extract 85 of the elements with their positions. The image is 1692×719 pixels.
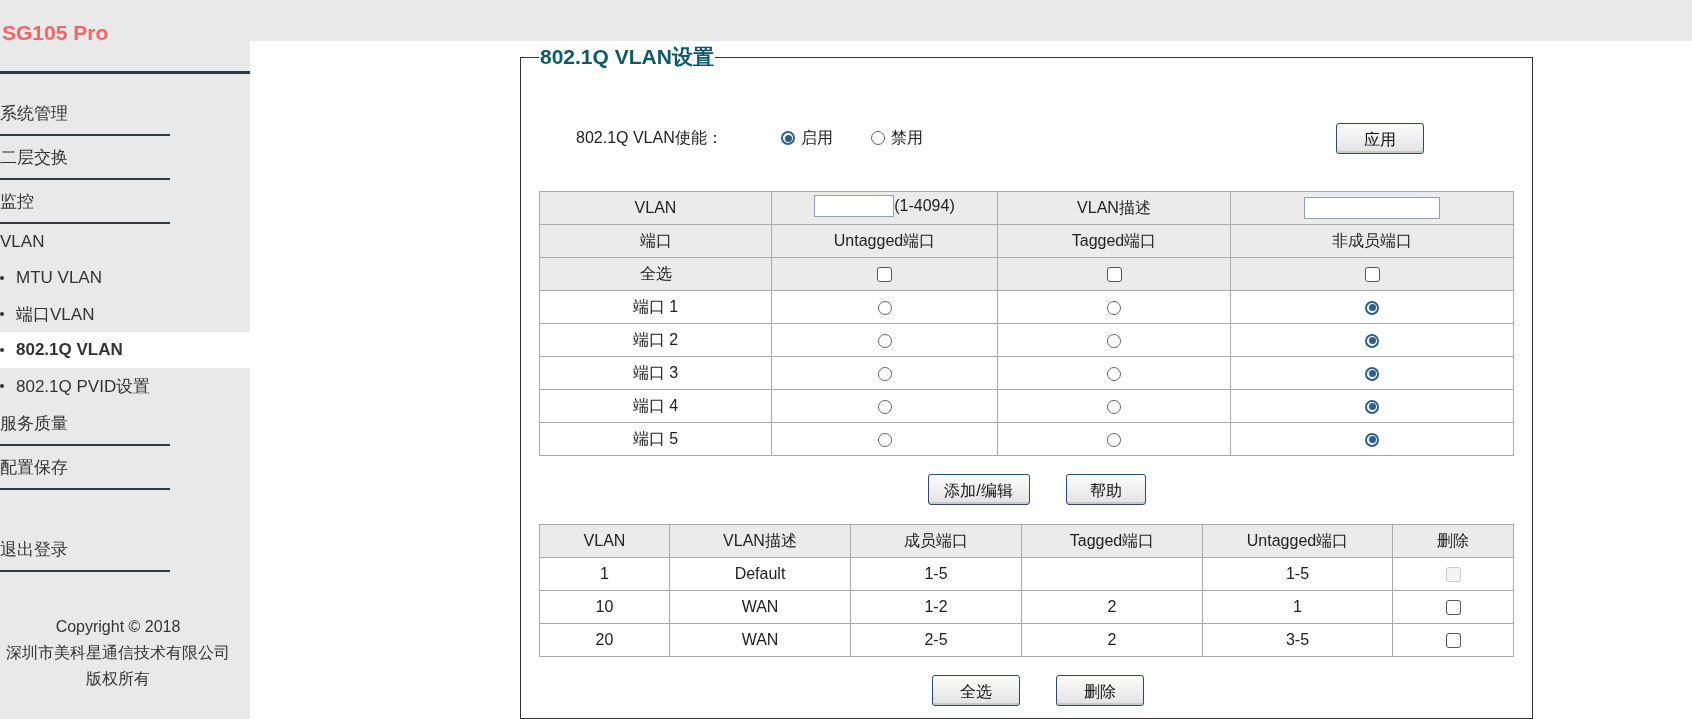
- table-cell: WAN: [669, 623, 851, 657]
- radio-label: 启用: [801, 127, 833, 148]
- menu-item[interactable]: 退出登录: [0, 530, 170, 572]
- bullet-icon: [0, 312, 4, 316]
- menu-item[interactable]: 监控: [0, 182, 170, 224]
- column-header: 删除: [1392, 524, 1514, 558]
- radio-button[interactable]: [877, 432, 892, 447]
- submenu-item[interactable]: 端口VLAN: [16, 302, 95, 326]
- range-hint: (1-4094): [894, 197, 955, 215]
- bullet-icon: [0, 384, 4, 388]
- table-cell: 20: [539, 623, 670, 657]
- vlan-id-field[interactable]: [814, 195, 895, 217]
- radio-label: 禁用: [891, 127, 923, 148]
- radio-button[interactable]: [1107, 300, 1121, 315]
- copyright-text: Copyright © 2018: [54, 617, 182, 637]
- radio-button[interactable]: [877, 300, 892, 315]
- column-header: Tagged端口: [1021, 524, 1203, 558]
- action-button[interactable]: 帮助: [1065, 474, 1146, 505]
- radio-button[interactable]: [877, 333, 892, 348]
- menu-item[interactable]: VLAN: [0, 226, 170, 258]
- column-header: VLAN描述: [669, 524, 851, 558]
- action-button[interactable]: 全选: [931, 675, 1020, 706]
- table-cell: 1-2: [850, 590, 1022, 624]
- action-button[interactable]: 添加/编辑: [927, 474, 1030, 505]
- checkbox[interactable]: [1364, 267, 1380, 283]
- table-cell: 3-5: [1202, 623, 1393, 657]
- table-cell: 2: [1021, 590, 1203, 624]
- radio-button[interactable]: [877, 366, 892, 381]
- table-cell: 1: [1202, 590, 1393, 624]
- table-cell: VLAN描述: [997, 191, 1231, 225]
- table-cell: Default: [669, 557, 851, 591]
- radio-button[interactable]: [1365, 300, 1379, 315]
- submenu-item[interactable]: MTU VLAN: [16, 268, 102, 288]
- table-cell: 1-5: [850, 557, 1022, 591]
- radio-button[interactable]: [1107, 366, 1121, 381]
- radio-button[interactable]: [1365, 432, 1379, 447]
- radio-button[interactable]: [1365, 399, 1379, 414]
- table-cell: 全选: [539, 257, 772, 291]
- checkbox[interactable]: [1106, 267, 1122, 283]
- checkbox[interactable]: [1445, 600, 1461, 616]
- table-cell: 1-5: [1202, 557, 1393, 591]
- apply-button[interactable]: 应用: [1336, 122, 1424, 154]
- submenu-item[interactable]: 802.1Q VLAN: [16, 340, 123, 360]
- submenu-item[interactable]: 802.1Q PVID设置: [16, 374, 151, 398]
- radio-button[interactable]: [871, 131, 885, 145]
- radio-button[interactable]: [877, 399, 892, 414]
- table-cell: 端口 5: [539, 422, 772, 456]
- column-header: Tagged端口: [997, 224, 1231, 258]
- table-cell: 2: [1021, 623, 1203, 657]
- table-cell: VLAN: [539, 191, 772, 225]
- menu-item[interactable]: 服务质量: [0, 404, 170, 446]
- radio-button[interactable]: [1107, 399, 1121, 414]
- menu-item[interactable]: 二层交换: [0, 138, 170, 180]
- radio-button[interactable]: [1365, 366, 1379, 381]
- action-button[interactable]: 删除: [1055, 675, 1144, 706]
- table-cell: 端口 4: [539, 389, 772, 423]
- column-header: 端口: [539, 224, 772, 258]
- radio-button[interactable]: [1107, 333, 1121, 348]
- table-cell: 2-5: [850, 623, 1022, 657]
- copyright-text: 版权所有: [85, 669, 151, 689]
- field-label: 802.1Q VLAN使能：: [576, 127, 724, 148]
- vlan-description-field[interactable]: [1304, 197, 1440, 219]
- bullet-icon: [0, 348, 4, 352]
- table-cell: 端口 1: [539, 290, 772, 324]
- menu-item[interactable]: 配置保存: [0, 448, 170, 490]
- radio-button[interactable]: [1365, 333, 1379, 348]
- table-cell: 端口 2: [539, 323, 772, 357]
- panel-title: 802.1Q VLAN设置: [539, 44, 715, 70]
- copyright-text: 深圳市美科星通信技术有限公司: [5, 643, 231, 663]
- column-header: Untagged端口: [771, 224, 998, 258]
- checkbox[interactable]: [1445, 633, 1461, 649]
- column-header: Untagged端口: [1202, 524, 1393, 558]
- table-cell: 端口 3: [539, 356, 772, 390]
- table-cell: 10: [539, 590, 670, 624]
- table-cell: 1: [539, 557, 670, 591]
- menu-item[interactable]: 系统管理: [0, 94, 170, 136]
- radio-button[interactable]: [1107, 432, 1121, 447]
- column-header: 成员端口: [850, 524, 1022, 558]
- table-cell: WAN: [669, 590, 851, 624]
- checkbox[interactable]: [877, 267, 892, 283]
- brand-logo: SG105 Pro: [1, 20, 110, 46]
- column-header: 非成员端口: [1230, 224, 1514, 258]
- bullet-icon: [0, 276, 4, 280]
- radio-button[interactable]: [781, 131, 795, 145]
- column-header: VLAN: [539, 524, 670, 558]
